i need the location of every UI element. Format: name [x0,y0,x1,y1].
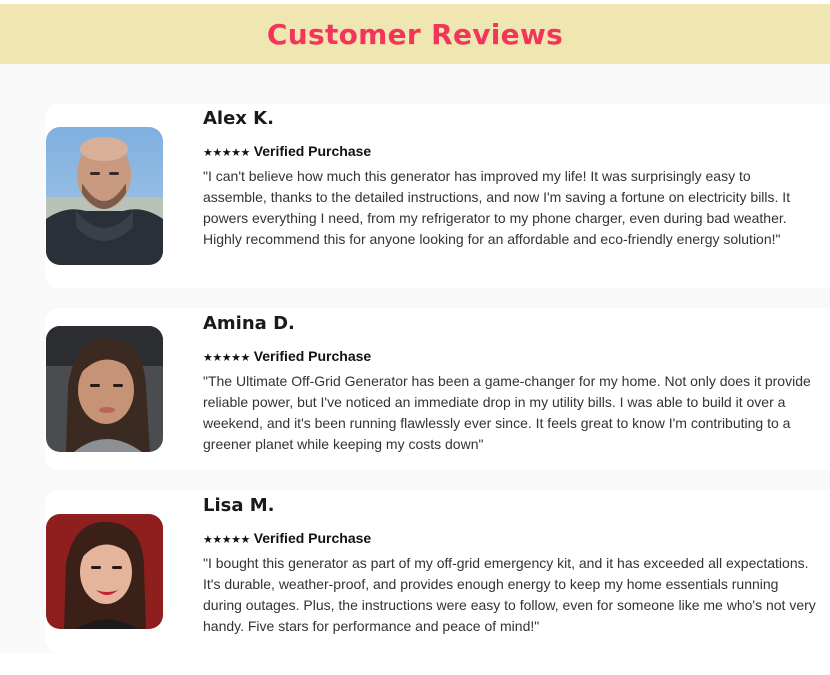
review-card-lisa: Lisa M. ★★★★★ Verified Purchase "I bough… [45,490,830,653]
star-rating-icon: ★★★★★ [203,534,250,546]
star-rating-icon: ★★★★★ [203,352,250,364]
reviews-header-banner: Customer Reviews [0,4,830,64]
review-text: "I bought this generator as part of my o… [203,555,816,634]
reviews-section: Alex K. ★★★★★ Verified Purchase "I can't… [0,64,830,653]
review-content: Lisa M. ★★★★★ Verified Purchase "I bough… [203,495,820,637]
rating-line: ★★★★★ Verified Purchase [203,142,820,160]
reviewer-avatar [46,326,163,452]
review-text: "The Ultimate Off-Grid Generator has bee… [203,373,811,452]
reviewer-name: Lisa M. [203,495,275,516]
rating-line: ★★★★★ Verified Purchase [203,347,820,365]
review-content: Alex K. ★★★★★ Verified Purchase "I can't… [203,108,820,250]
reviewer-avatar [46,514,163,629]
reviewer-avatar [46,127,163,265]
reviewer-name: Amina D. [203,313,295,334]
review-content: Amina D. ★★★★★ Verified Purchase "The Ul… [203,313,820,455]
review-card-alex: Alex K. ★★★★★ Verified Purchase "I can't… [45,104,830,288]
star-rating-icon: ★★★★★ [203,147,250,159]
verified-purchase-label: Verified Purchase [253,530,372,546]
verified-purchase-label: Verified Purchase [253,143,372,159]
review-card-amina: Amina D. ★★★★★ Verified Purchase "The Ul… [45,308,830,470]
review-text: "I can't believe how much this generator… [203,168,791,247]
rating-line: ★★★★★ Verified Purchase [203,529,820,547]
page-title: Customer Reviews [266,17,564,51]
reviewer-name: Alex K. [203,108,274,129]
verified-purchase-label: Verified Purchase [253,348,372,364]
